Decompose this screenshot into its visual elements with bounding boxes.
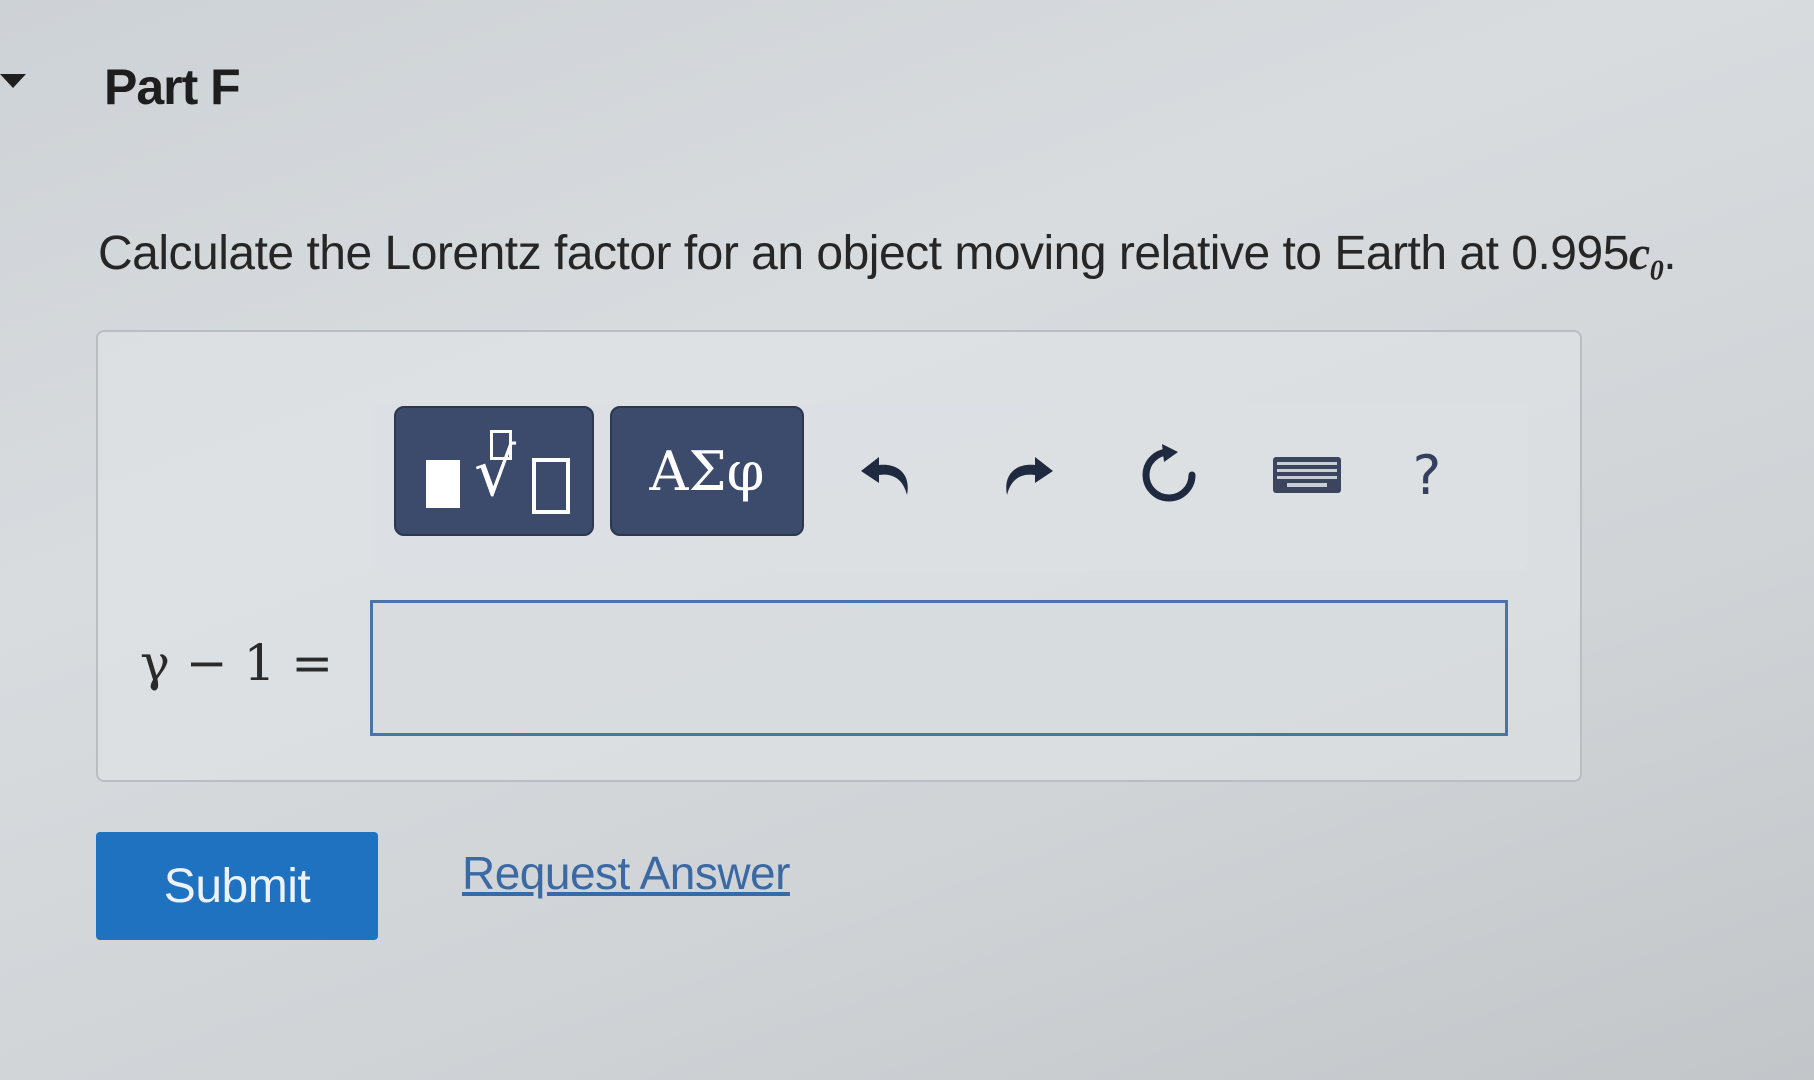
keyboard-icon[interactable]: [1262, 430, 1352, 520]
submit-button[interactable]: Submit: [96, 832, 378, 940]
templates-button[interactable]: √: [394, 406, 594, 536]
speed-of-light-variable: c0: [1628, 227, 1664, 287]
help-icon[interactable]: ?: [1382, 430, 1472, 520]
equation-label: γ − 1 =: [140, 634, 334, 692]
request-answer-link[interactable]: Request Answer: [462, 846, 790, 900]
answer-input[interactable]: [370, 600, 1508, 736]
question-text: Calculate the Lorentz factor for an obje…: [98, 227, 1677, 287]
undo-icon[interactable]: [842, 430, 932, 520]
reset-icon[interactable]: [1124, 430, 1214, 520]
math-toolbar: √ ΑΣφ ?: [372, 404, 1528, 570]
greek-symbols-button[interactable]: ΑΣφ: [610, 406, 804, 536]
question-body: Calculate the Lorentz factor for an obje…: [98, 227, 1629, 280]
redo-icon[interactable]: [982, 430, 1072, 520]
collapse-caret-icon[interactable]: [0, 74, 26, 88]
part-title: Part F: [104, 59, 241, 115]
